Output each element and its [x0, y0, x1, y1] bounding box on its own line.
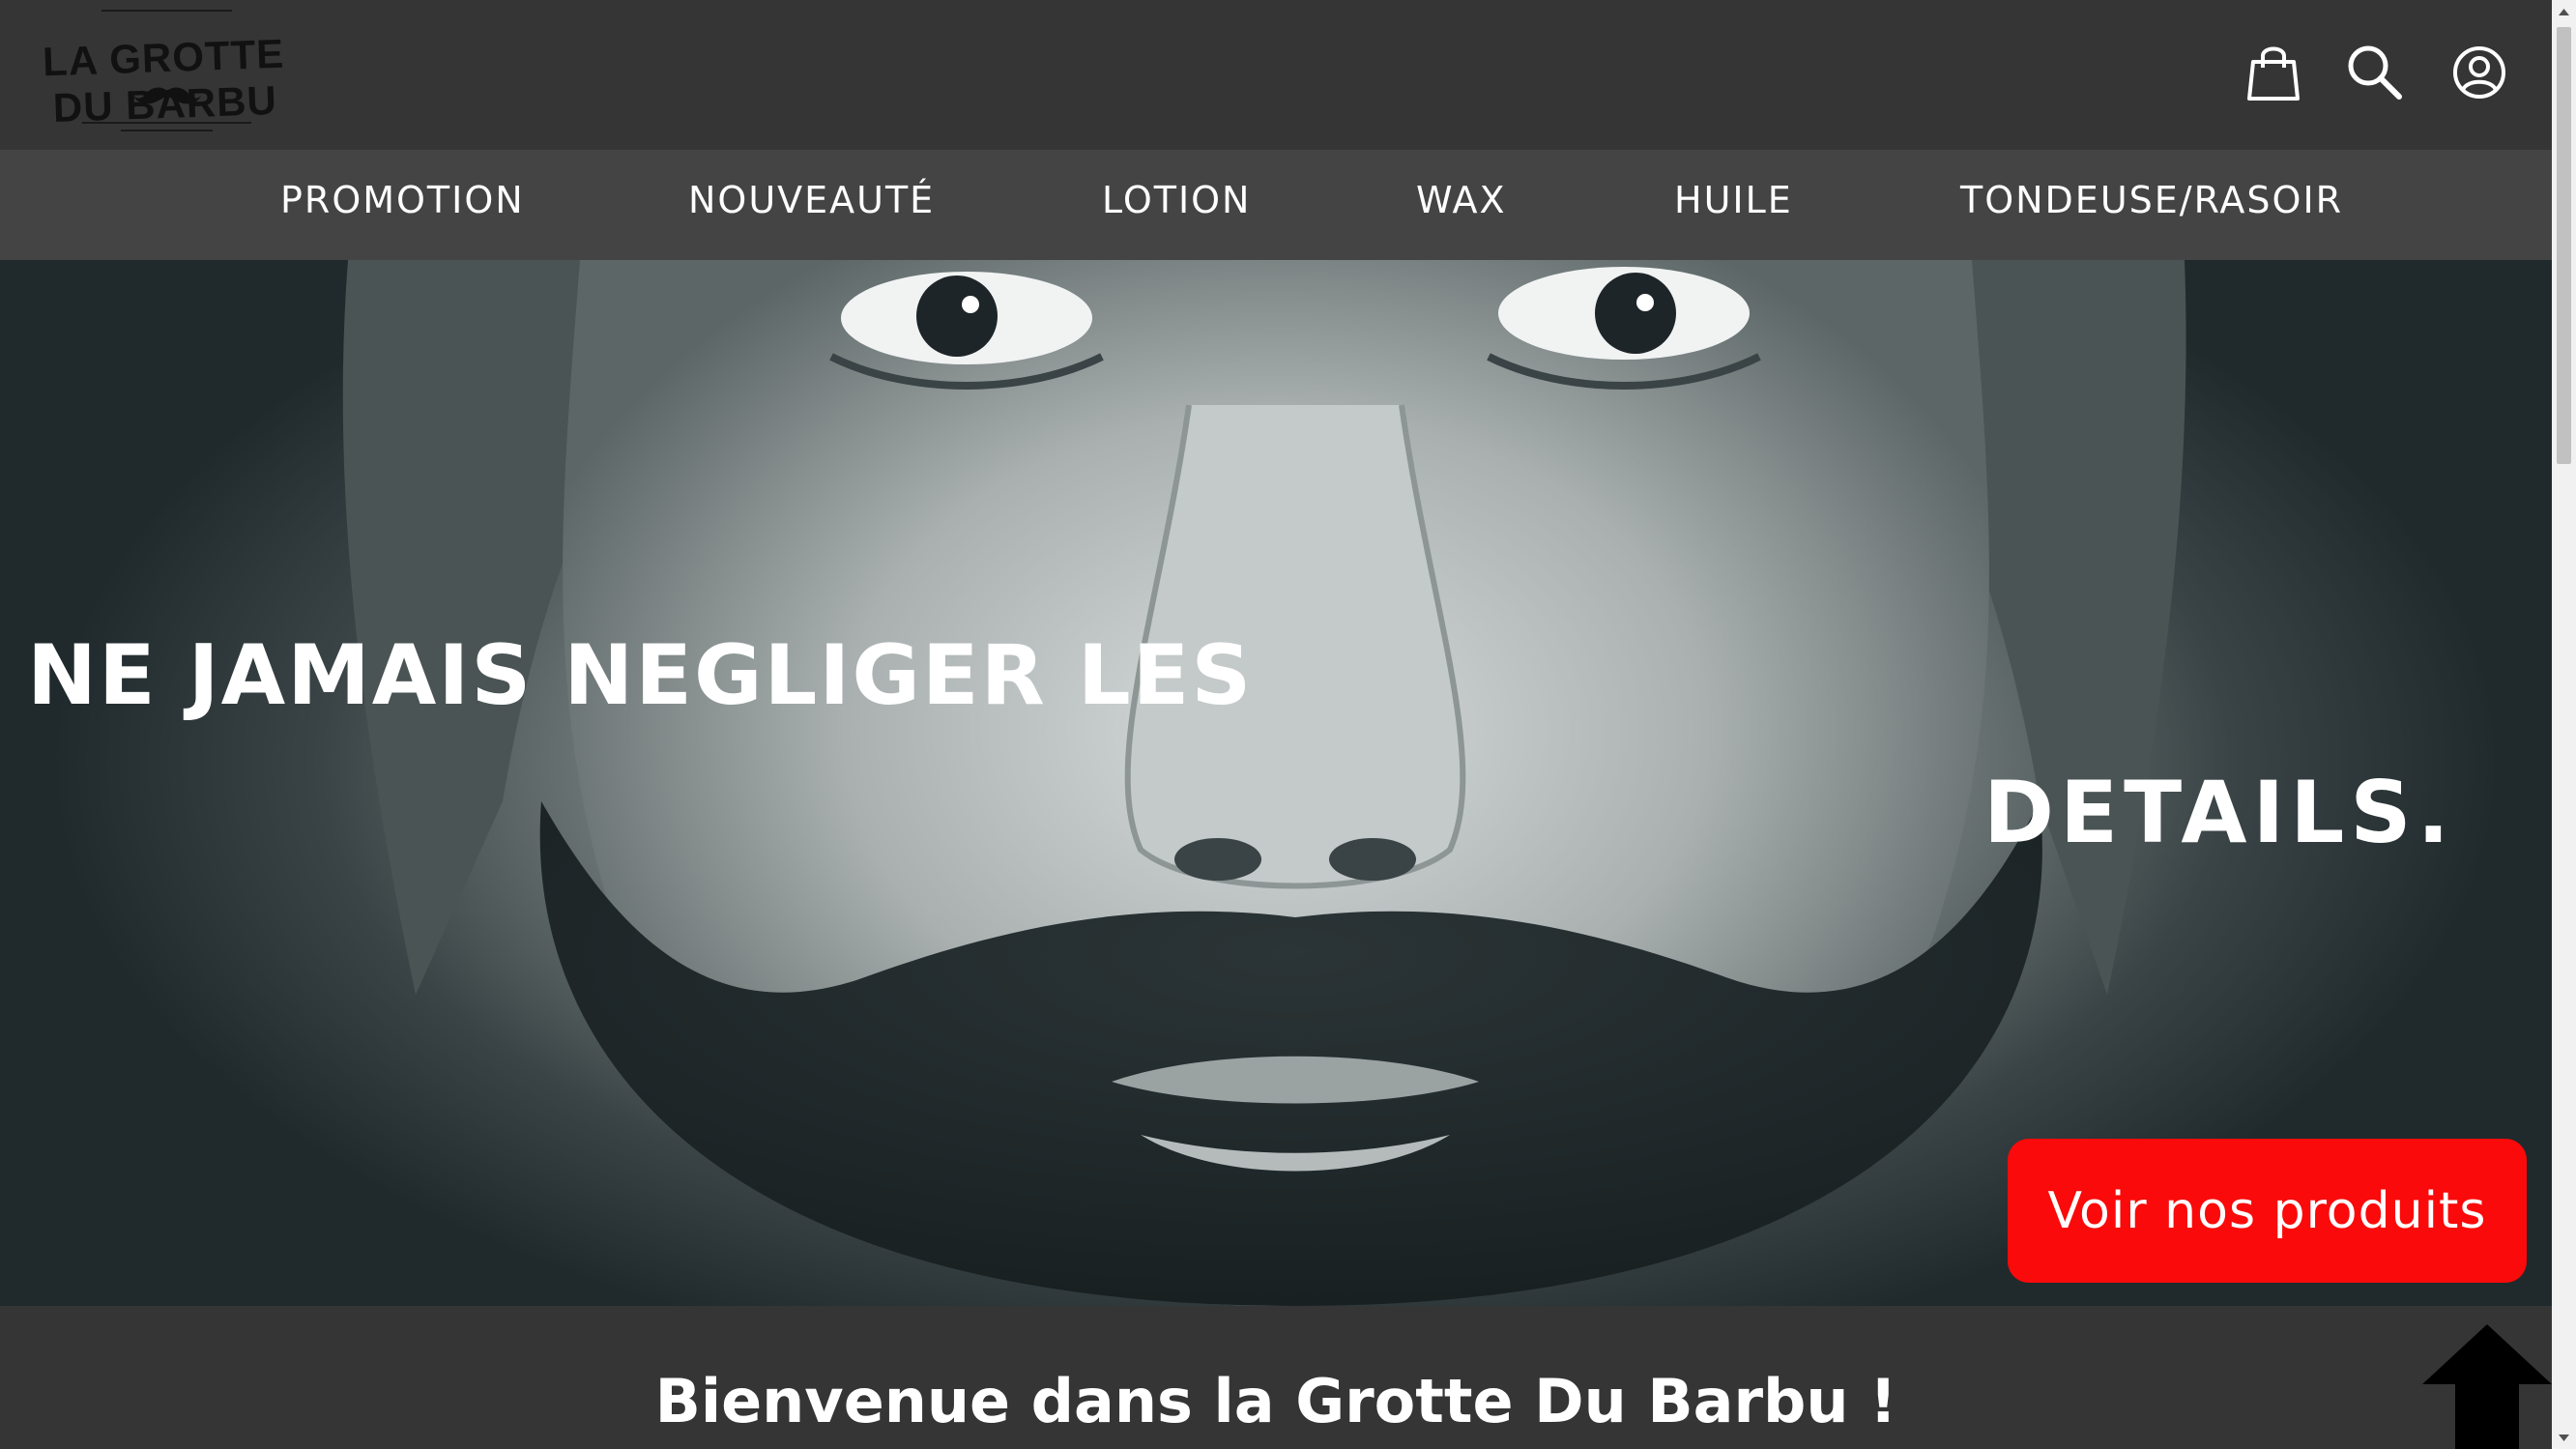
scroll-down-arrow-icon[interactable]: [2557, 1431, 2571, 1444]
shopping-bag-icon[interactable]: [2240, 39, 2307, 106]
logo-text: LA GROTTE DU BARBU: [42, 30, 285, 131]
welcome-section: Bienvenue dans la Grotte Du Barbu !: [0, 1306, 2552, 1449]
nav-item-huile[interactable]: HUILE: [1674, 179, 1793, 221]
back-to-top-arrow-icon[interactable]: [2422, 1324, 2552, 1449]
nav-item-wax[interactable]: WAX: [1416, 179, 1507, 221]
mustache-icon: [133, 87, 201, 104]
nav-item-lotion[interactable]: LOTION: [1102, 179, 1251, 221]
hero-tagline-part2: DETAILS.: [1983, 763, 2456, 862]
view-products-button[interactable]: Voir nos produits: [2008, 1139, 2527, 1283]
nav-item-tondeuse-rasoir[interactable]: TONDEUSE/RASOIR: [1960, 179, 2343, 221]
logo-top-rule: [101, 10, 232, 12]
nav-item-nouveaute[interactable]: NOUVEAUTÉ: [688, 179, 935, 221]
scrollbar-thumb[interactable]: [2557, 27, 2571, 464]
account-icon[interactable]: [2446, 39, 2513, 106]
hero-banner: NE JAMAIS NEGLIGER LES DETAILS. Voir nos…: [0, 260, 2552, 1306]
search-icon[interactable]: [2341, 39, 2409, 106]
main-nav: PROMOTION NOUVEAUTÉ LOTION WAX HUILE TON…: [0, 150, 2552, 260]
logo-bottom-rule-short: [121, 130, 213, 131]
hero-tagline-part1: NE JAMAIS NEGLIGER LES: [27, 627, 1254, 724]
page-scrollbar[interactable]: [2552, 0, 2576, 1449]
site-logo[interactable]: LA GROTTE DU BARBU: [10, 8, 319, 135]
nav-item-promotion[interactable]: PROMOTION: [280, 179, 525, 221]
scroll-up-arrow-icon[interactable]: [2557, 6, 2571, 19]
welcome-title: Bienvenue dans la Grotte Du Barbu !: [654, 1366, 1897, 1436]
site-header: LA GROTTE DU BARBU: [0, 0, 2552, 150]
